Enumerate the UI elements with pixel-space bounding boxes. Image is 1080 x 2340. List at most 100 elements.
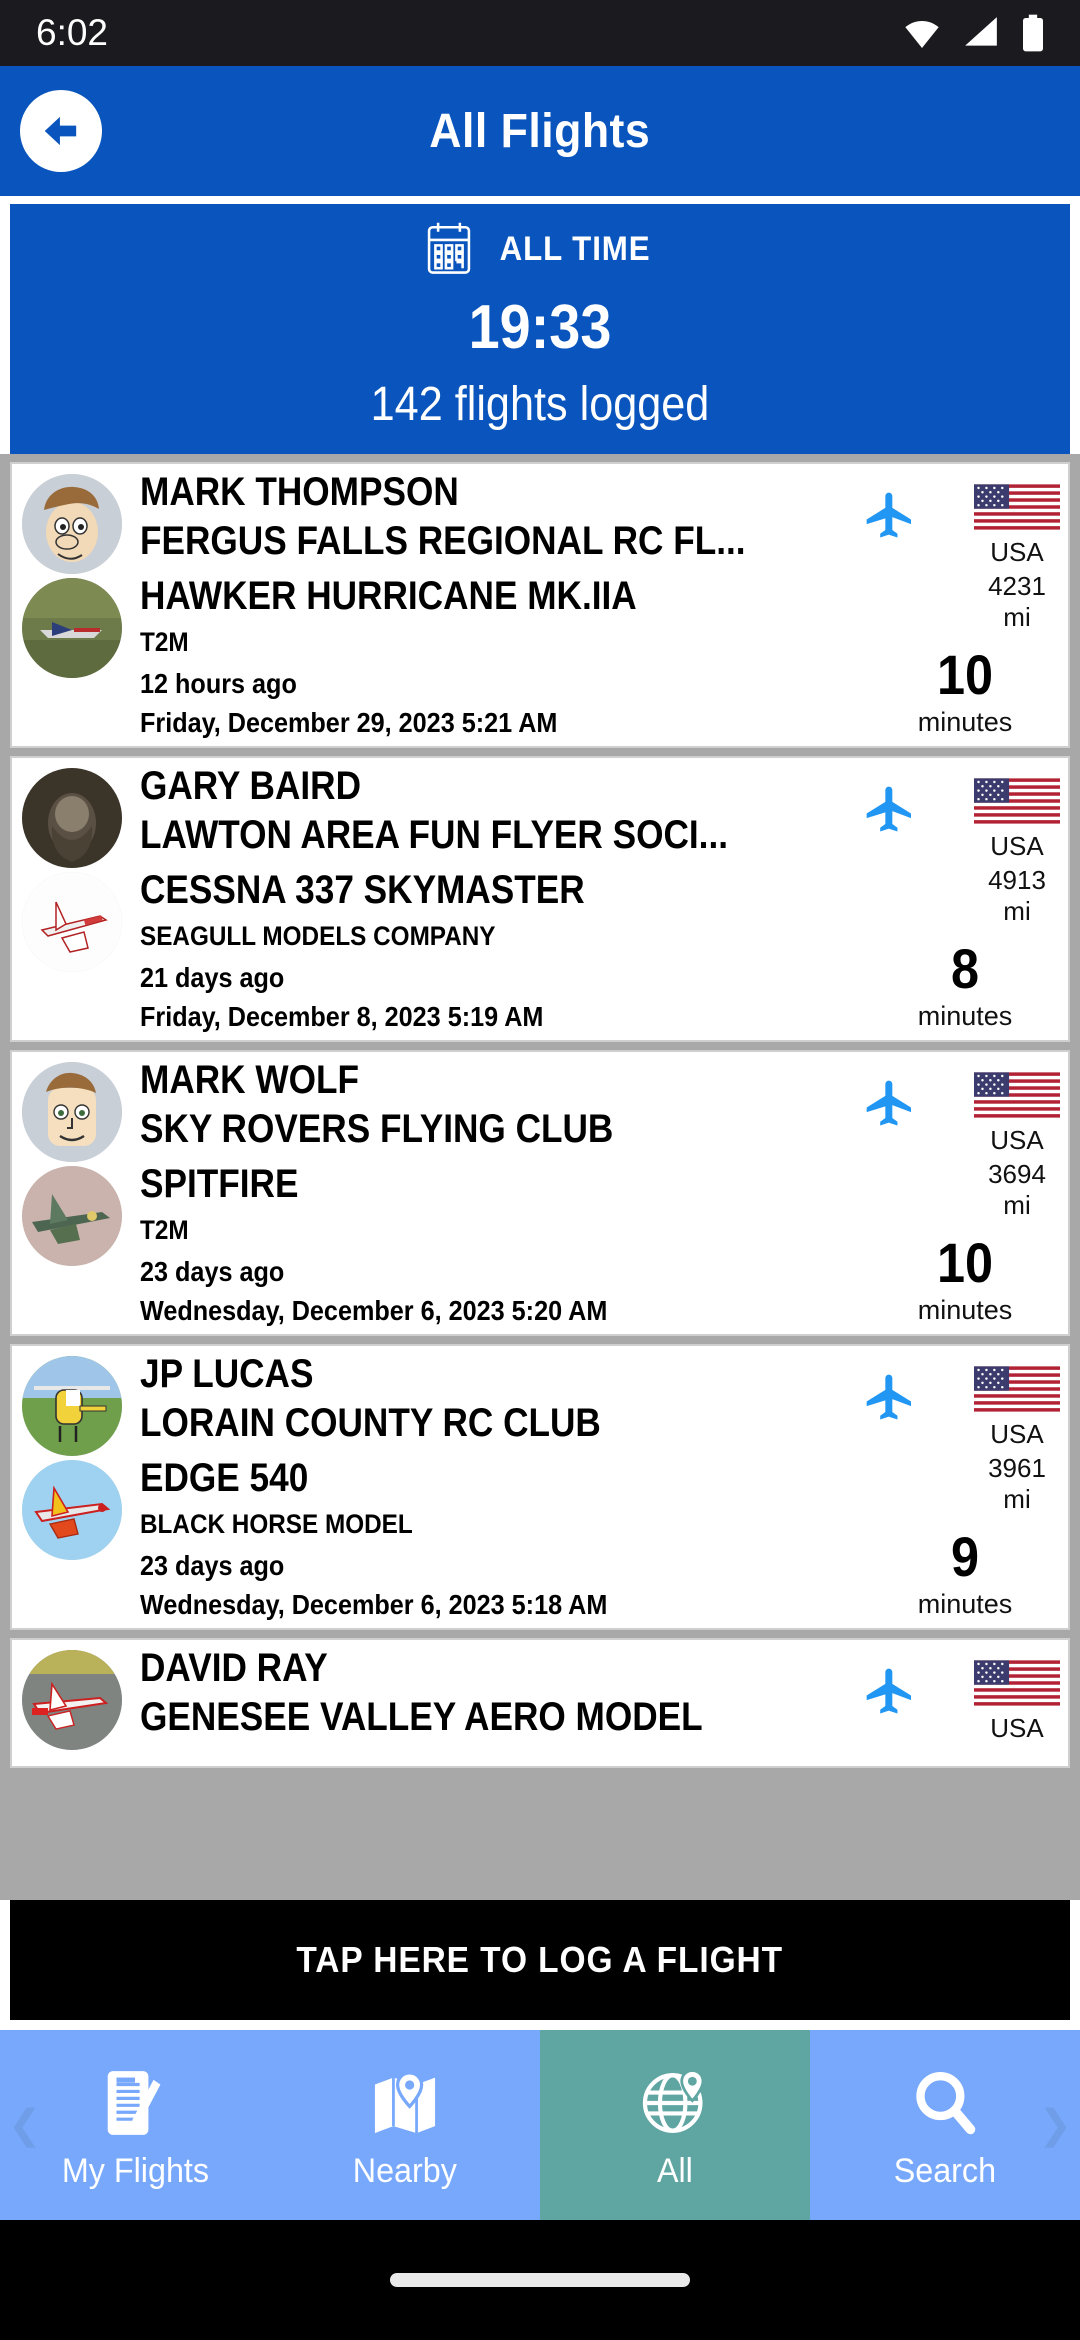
model-name: SPITFIRE	[140, 1161, 299, 1206]
card-meta: USA 3961 mi 9 minutes	[866, 1352, 1060, 1622]
airplane-icon	[866, 1080, 911, 1126]
nav-scroll-right-icon[interactable]: ❯	[1038, 2102, 1072, 2148]
nav-label-search: Search	[893, 2151, 997, 2190]
stats-flights-logged: 142 flights logged	[370, 378, 710, 431]
calendar-icon	[427, 222, 471, 274]
duration-unit: minutes	[917, 706, 1013, 737]
duration-value: 10	[936, 1230, 994, 1294]
card-avatars	[18, 764, 126, 1034]
duration-unit: minutes	[917, 1294, 1013, 1325]
country-label: USA	[990, 1712, 1044, 1743]
relative-time: 23 days ago	[140, 1255, 285, 1287]
status-bar: 6:02	[0, 0, 1080, 66]
card-details: DAVID RAY GENESEE VALLEY AERO MODEL	[126, 1646, 870, 1760]
status-bar-icons	[902, 13, 1046, 53]
model-photo	[22, 1459, 122, 1560]
gesture-pill[interactable]	[390, 2273, 690, 2287]
duration-value: 10	[936, 642, 994, 706]
app-screen: 6:02 All Flights ALL TIME 19:33 142 flig…	[0, 0, 1080, 2340]
duration-value: 9	[950, 1524, 980, 1588]
card-meta: USA 4913 mi 8 minutes	[866, 764, 1060, 1034]
country-flag-icon	[974, 776, 1060, 826]
back-button[interactable]	[20, 90, 102, 172]
model-photo	[22, 871, 122, 972]
relative-time: 23 days ago	[140, 1549, 285, 1581]
nav-item-nearby[interactable]: Nearby	[270, 2030, 540, 2220]
card-details: GARY BAIRD LAWTON AREA FUN FLYER SOCI...…	[126, 764, 870, 1034]
card-details: JP LUCAS LORAIN COUNTY RC CLUB EDGE 540 …	[126, 1352, 870, 1622]
pilot-avatar	[22, 767, 122, 868]
pilot-name: MARK WOLF	[140, 1057, 359, 1102]
airplane-icon	[866, 786, 911, 832]
manufacturer: T2M	[140, 627, 189, 658]
card-avatars	[18, 1352, 126, 1622]
flight-date: Wednesday, December 6, 2023 5:18 AM	[140, 1589, 608, 1621]
nav-spacer	[0, 2020, 1080, 2030]
stats-total-time: 19:33	[468, 293, 612, 362]
pilot-name: MARK THOMPSON	[140, 470, 459, 514]
log-flight-button[interactable]: TAP HERE TO LOG A FLIGHT	[10, 1900, 1070, 2020]
nav-scroll-left-icon[interactable]: ❮	[8, 2102, 42, 2148]
gesture-bar	[0, 2220, 1080, 2340]
airplane-icon	[866, 1374, 911, 1420]
pilot-name: DAVID RAY	[140, 1645, 328, 1690]
notepad-pencil-icon	[107, 2070, 161, 2135]
cellular-signal-icon	[965, 17, 997, 46]
relative-time: 21 days ago	[140, 961, 285, 993]
card-meta: USA 3694 mi 10 minutes	[866, 1058, 1060, 1328]
card-meta: USA	[866, 1646, 1060, 1760]
flight-date: Friday, December 8, 2023 5:19 AM	[140, 1001, 544, 1033]
club-name: LORAIN COUNTY RC CLUB	[140, 1400, 601, 1445]
manufacturer: BLACK HORSE MODEL	[140, 1509, 413, 1540]
stats-banner: ALL TIME 19:33 142 flights logged	[10, 204, 1070, 454]
manufacturer: SEAGULL MODELS COMPANY	[140, 921, 496, 952]
flight-card[interactable]: DAVID RAY GENESEE VALLEY AERO MODEL USA	[10, 1637, 1070, 1768]
club-name: LAWTON AREA FUN FLYER SOCI...	[140, 812, 729, 857]
country-flag-icon	[974, 482, 1060, 532]
country-flag-icon	[974, 1658, 1060, 1708]
card-details: MARK WOLF SKY ROVERS FLYING CLUB SPITFIR…	[126, 1058, 870, 1328]
battery-icon	[1023, 14, 1043, 52]
wifi-icon	[905, 21, 939, 48]
duration-unit: minutes	[917, 1000, 1013, 1031]
card-meta: USA 4231 mi 10 minutes	[866, 470, 1060, 740]
nav-label-my-flights: My Flights	[61, 2151, 209, 2190]
model-photo	[22, 1165, 122, 1266]
country-flag-icon	[974, 1364, 1060, 1414]
model-name: HAWKER HURRICANE MK.IIA	[140, 573, 637, 618]
distance-label: 4231 mi	[988, 571, 1046, 632]
flight-list[interactable]: MARK THOMPSON FERGUS FALLS REGIONAL RC F…	[0, 454, 1080, 1900]
card-avatars	[18, 470, 126, 740]
country-label: USA	[990, 1124, 1044, 1155]
page-title: All Flights	[429, 104, 651, 158]
pilot-avatar	[22, 1355, 122, 1456]
log-flight-label: TAP HERE TO LOG A FLIGHT	[296, 1939, 784, 1980]
country-flag-icon	[974, 1070, 1060, 1120]
map-pin-icon	[374, 2070, 436, 2133]
nav-label-nearby: Nearby	[352, 2151, 458, 2190]
pilot-avatar	[22, 1061, 122, 1162]
club-name: GENESEE VALLEY AERO MODEL	[140, 1694, 703, 1739]
flight-card[interactable]: MARK WOLF SKY ROVERS FLYING CLUB SPITFIR…	[10, 1049, 1070, 1336]
search-icon	[916, 2071, 976, 2134]
relative-time: 12 hours ago	[140, 667, 297, 699]
airplane-icon	[866, 492, 911, 538]
back-arrow-icon	[44, 116, 77, 146]
duration-unit: minutes	[917, 1588, 1013, 1619]
bottom-navigation: ❮ My Flights Nearby All Search ❯	[0, 2030, 1080, 2220]
globe-pin-icon	[642, 2068, 705, 2133]
nav-label-all: All	[657, 2151, 693, 2190]
club-name: FERGUS FALLS REGIONAL RC FL...	[140, 518, 746, 563]
card-avatars	[18, 1058, 126, 1328]
flight-card[interactable]: MARK THOMPSON FERGUS FALLS REGIONAL RC F…	[10, 462, 1070, 748]
flight-card[interactable]: GARY BAIRD LAWTON AREA FUN FLYER SOCI...…	[10, 755, 1070, 1042]
flight-card[interactable]: JP LUCAS LORAIN COUNTY RC CLUB EDGE 540 …	[10, 1343, 1070, 1630]
nav-item-all[interactable]: All	[540, 2030, 810, 2220]
app-header: All Flights	[0, 66, 1080, 196]
distance-label: 4913 mi	[988, 864, 1046, 926]
stats-period-label: ALL TIME	[499, 229, 651, 268]
card-details: MARK THOMPSON FERGUS FALLS REGIONAL RC F…	[126, 470, 870, 740]
pilot-name: GARY BAIRD	[140, 763, 362, 808]
model-name: EDGE 540	[140, 1455, 309, 1500]
pilot-name: JP LUCAS	[140, 1351, 314, 1396]
